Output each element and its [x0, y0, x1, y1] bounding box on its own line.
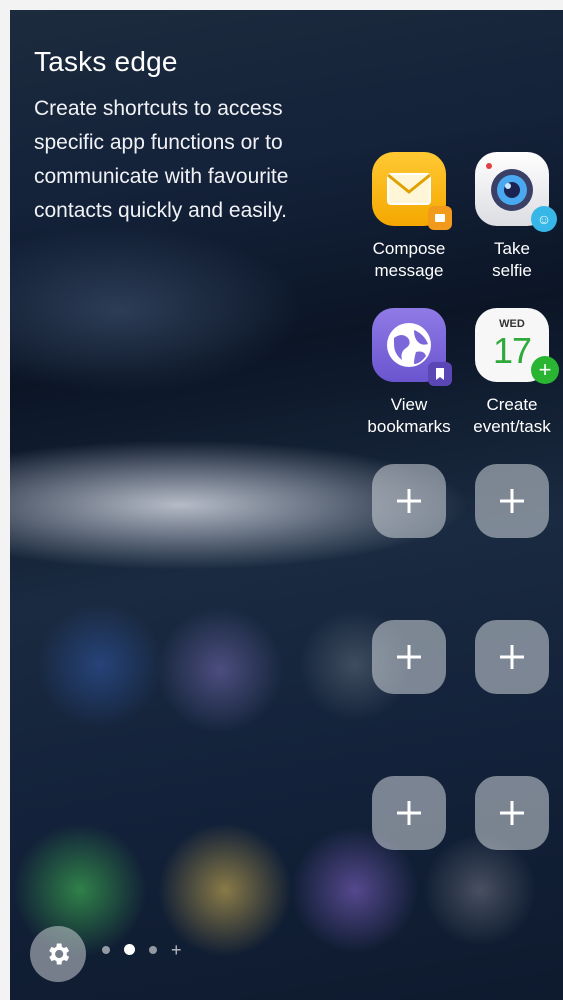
calendar-day: WED: [499, 318, 525, 330]
shortcut-take-selfie[interactable]: ☺ Take selfie: [463, 152, 561, 282]
add-shortcut-button[interactable]: [475, 620, 549, 694]
plus-icon: [500, 645, 524, 669]
add-shortcut-button[interactable]: [372, 776, 446, 850]
smiley-badge-icon: ☺: [531, 206, 557, 232]
add-shortcut-button[interactable]: [475, 776, 549, 850]
plus-icon: [500, 801, 524, 825]
shortcut-label: Compose message: [372, 239, 446, 280]
shortcut-compose-message[interactable]: Compose message: [360, 152, 458, 282]
add-badge-icon: +: [531, 356, 559, 384]
shortcut-create-event-task[interactable]: WED 17 + Create event/task: [463, 308, 561, 438]
envelope-icon: [372, 152, 452, 230]
page-dot[interactable]: [149, 945, 157, 954]
globe-icon: [372, 308, 452, 386]
shortcut-label: Take selfie: [492, 239, 532, 280]
message-badge-icon: [428, 206, 452, 230]
add-shortcut-button[interactable]: [372, 620, 446, 694]
page-dot-active[interactable]: [124, 944, 135, 955]
calendar-icon: WED 17 +: [475, 308, 559, 384]
page-dot[interactable]: [102, 945, 110, 954]
add-page-icon[interactable]: +: [171, 941, 182, 959]
camera-icon: ☺: [475, 152, 557, 232]
settings-button[interactable]: [30, 926, 86, 982]
plus-icon: [500, 489, 524, 513]
gear-icon: [49, 943, 70, 965]
page-indicator[interactable]: +: [102, 941, 182, 959]
shortcut-label: Create event/task: [473, 395, 551, 436]
panel-title: Tasks edge: [34, 46, 178, 77]
add-shortcut-button[interactable]: [372, 464, 446, 538]
plus-icon: [397, 645, 421, 669]
shortcut-label: View bookmarks: [367, 395, 451, 436]
plus-icon: [397, 489, 421, 513]
bookmark-badge-icon: [428, 362, 452, 386]
edge-panel-screen: Tasks edge Create shortcuts to access sp…: [10, 10, 563, 1000]
shortcut-view-bookmarks[interactable]: View bookmarks: [360, 308, 458, 438]
add-shortcut-button[interactable]: [475, 464, 549, 538]
panel-description: Create shortcuts to access specific app …: [34, 97, 289, 222]
plus-icon: [397, 801, 421, 825]
